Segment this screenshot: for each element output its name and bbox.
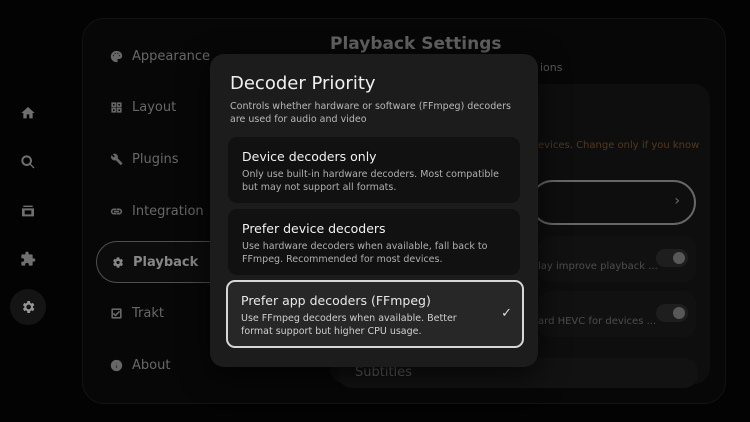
checkmark-icon: ✓ (501, 306, 512, 321)
option-device-decoders-only[interactable]: Device decoders only Only use built-in h… (228, 137, 520, 203)
option-title: Prefer app decoders (FFmpeg) (241, 293, 431, 308)
dialog-subtitle: Controls whether hardware or software (F… (230, 101, 511, 125)
option-desc: Use FFmpeg decoders when available. Bett… (241, 313, 457, 337)
decoder-priority-dialog: Decoder Priority Controls whether hardwa… (210, 54, 538, 367)
option-prefer-device-decoders[interactable]: Prefer device decoders Use hardware deco… (228, 209, 520, 275)
option-title: Prefer device decoders (242, 221, 386, 236)
option-prefer-app-decoders[interactable]: Prefer app decoders (FFmpeg) Use FFmpeg … (226, 280, 524, 348)
option-desc: Only use built-in hardware decoders. Mos… (242, 169, 499, 193)
option-title: Device decoders only (242, 149, 377, 164)
option-desc: Use hardware decoders when available, fa… (242, 241, 488, 265)
dialog-title: Decoder Priority (230, 73, 376, 94)
